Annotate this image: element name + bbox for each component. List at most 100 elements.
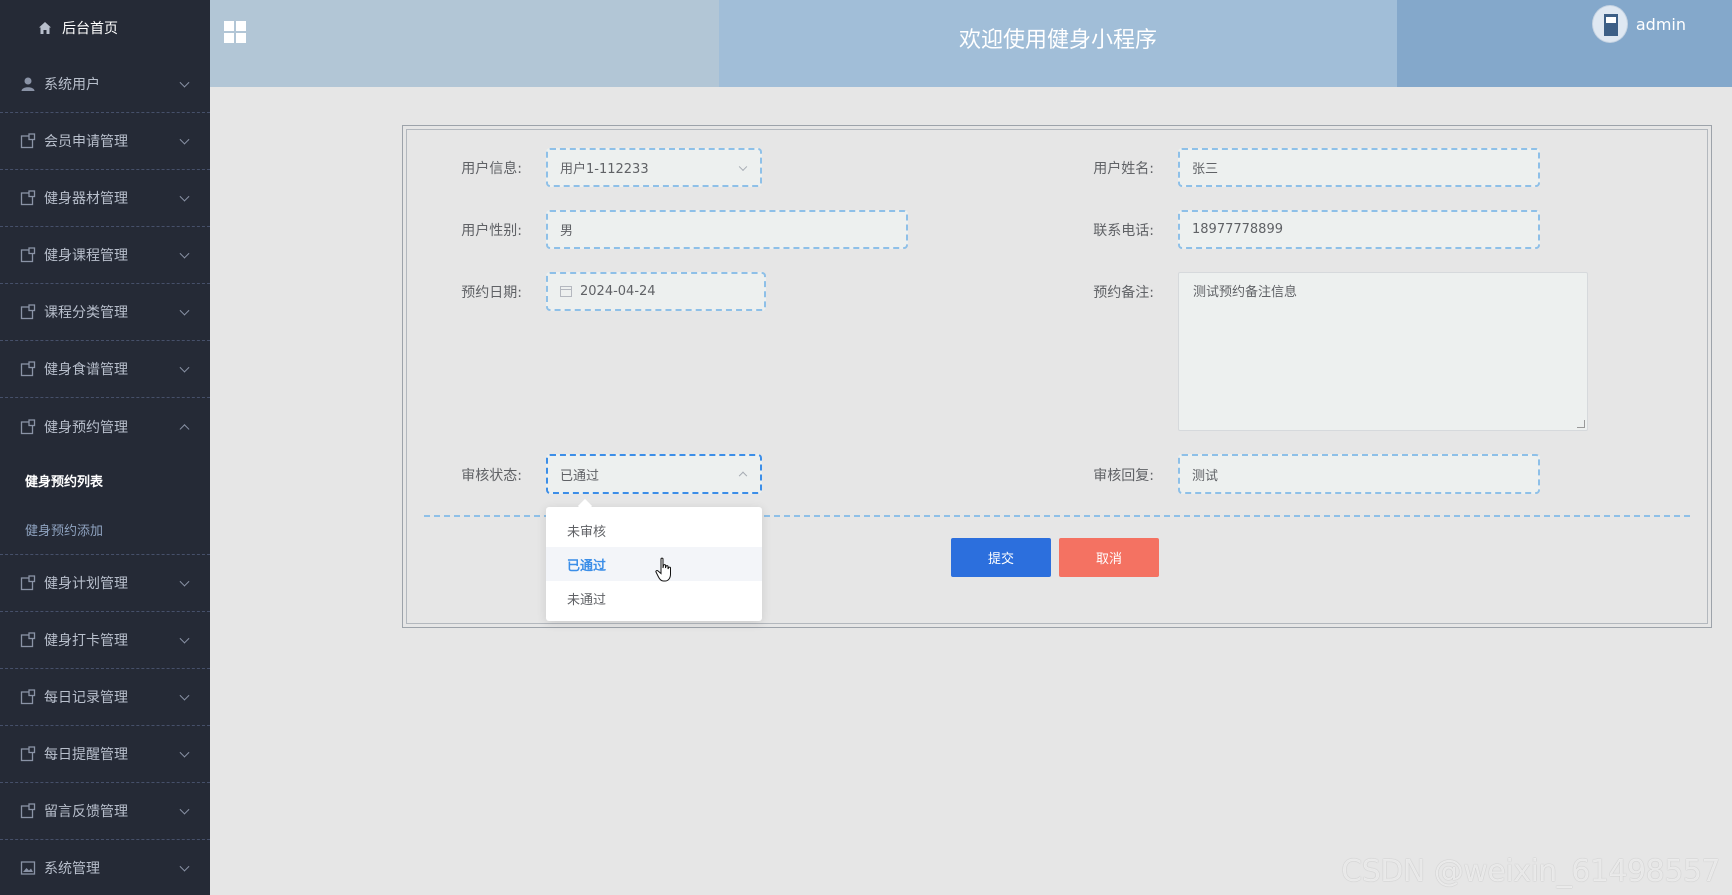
dropdown-option-approved[interactable]: 已通过 bbox=[546, 547, 762, 581]
home-icon bbox=[39, 22, 51, 34]
sidebar-item-label: 健身食谱管理 bbox=[44, 362, 128, 378]
sidebar-item-reservations[interactable]: 健身预约管理 bbox=[0, 398, 210, 455]
watermark: CSDN @weixin_61498557 bbox=[1341, 854, 1720, 889]
user-info-select[interactable]: 用户1-112233 bbox=[546, 148, 762, 187]
user-name-input[interactable]: 张三 bbox=[1178, 148, 1540, 187]
remark-textarea[interactable]: 测试预约备注信息 bbox=[1178, 272, 1588, 431]
user-name-value: 张三 bbox=[1192, 162, 1219, 177]
sidebar-item-label: 健身器材管理 bbox=[44, 191, 128, 207]
calendar-icon bbox=[560, 286, 572, 297]
sidebar-home[interactable]: 后台首页 bbox=[0, 0, 210, 56]
cancel-button[interactable]: 取消 bbox=[1059, 538, 1159, 577]
sidebar-item-label: 健身课程管理 bbox=[44, 248, 128, 264]
phone-input[interactable]: 18977778899 bbox=[1178, 210, 1540, 249]
sidebar-item-course-categories[interactable]: 课程分类管理 bbox=[0, 284, 210, 341]
date-value: 2024-04-24 bbox=[580, 284, 656, 299]
remark-label: 预约备注: bbox=[1093, 285, 1154, 301]
user-info-value: 用户1-112233 bbox=[560, 162, 649, 177]
sidebar-subitem-reservation-add[interactable]: 健身预约添加 bbox=[0, 505, 210, 555]
gender-label: 用户性别: bbox=[461, 223, 522, 239]
sidebar: 后台首页 系统用户 会员申请管理 健身器材管理 健身课程管理 课程分类管理 健身… bbox=[0, 0, 210, 895]
reply-label: 审核回复: bbox=[1093, 468, 1154, 484]
doc-icon bbox=[20, 304, 36, 320]
sidebar-item-equipment[interactable]: 健身器材管理 bbox=[0, 170, 210, 227]
sidebar-item-system-users[interactable]: 系统用户 bbox=[0, 56, 210, 113]
dropdown-option-rejected[interactable]: 未通过 bbox=[546, 581, 762, 615]
sidebar-subitem-reservation-list[interactable]: 健身预约列表 bbox=[0, 455, 210, 505]
date-picker[interactable]: 2024-04-24 bbox=[546, 272, 766, 311]
sidebar-item-courses[interactable]: 健身课程管理 bbox=[0, 227, 210, 284]
user-menu[interactable]: admin bbox=[1591, 5, 1686, 43]
sidebar-item-label: 每日提醒管理 bbox=[44, 747, 128, 763]
sidebar-item-label: 健身打卡管理 bbox=[44, 633, 128, 649]
phone-value: 18977778899 bbox=[1192, 222, 1283, 237]
chevron-down-icon bbox=[179, 576, 190, 587]
sidebar-item-label: 系统用户 bbox=[44, 77, 100, 93]
sidebar-item-daily-reminders[interactable]: 每日提醒管理 bbox=[0, 726, 210, 783]
chevron-down-icon bbox=[179, 305, 190, 316]
hand-cursor-icon bbox=[655, 557, 671, 582]
doc-icon bbox=[20, 190, 36, 206]
status-value: 已通过 bbox=[560, 468, 600, 484]
sidebar-item-daily-records[interactable]: 每日记录管理 bbox=[0, 669, 210, 726]
chevron-down-icon bbox=[179, 77, 190, 88]
submenu-reservations: 健身预约列表 健身预约添加 bbox=[0, 455, 210, 555]
doc-icon bbox=[20, 803, 36, 819]
chevron-down-icon bbox=[738, 162, 748, 171]
chevron-up-icon bbox=[738, 471, 748, 481]
chevron-down-icon bbox=[179, 690, 190, 701]
gender-value: 男 bbox=[560, 224, 574, 239]
sidebar-item-label: 课程分类管理 bbox=[44, 305, 128, 321]
avatar bbox=[1591, 5, 1628, 43]
doc-icon bbox=[20, 632, 36, 648]
username: admin bbox=[1635, 14, 1686, 34]
sidebar-item-label: 会员申请管理 bbox=[44, 134, 128, 150]
status-select[interactable]: 已通过 bbox=[546, 454, 762, 494]
user-icon bbox=[21, 77, 35, 91]
status-dropdown-menu: 未审核 已通过 未通过 bbox=[546, 507, 762, 621]
chevron-down-icon bbox=[179, 804, 190, 815]
date-label: 预约日期: bbox=[461, 285, 522, 301]
submit-button[interactable]: 提交 bbox=[951, 538, 1051, 577]
chevron-up-icon bbox=[179, 423, 190, 434]
sidebar-item-label: 健身计划管理 bbox=[44, 576, 128, 592]
status-label: 审核状态: bbox=[461, 468, 522, 484]
reply-input[interactable]: 测试 bbox=[1178, 454, 1540, 494]
sidebar-item-label: 系统管理 bbox=[44, 861, 100, 877]
sidebar-item-label: 每日记录管理 bbox=[44, 690, 128, 706]
doc-icon bbox=[20, 689, 36, 705]
sidebar-home-label: 后台首页 bbox=[62, 21, 118, 37]
chevron-down-icon bbox=[179, 633, 190, 644]
image-icon bbox=[20, 861, 36, 875]
chevron-down-icon bbox=[179, 747, 190, 758]
doc-icon bbox=[20, 361, 36, 377]
page-title: 欢迎使用健身小程序 bbox=[958, 28, 1157, 53]
menu-toggle-grid-icon[interactable] bbox=[224, 21, 246, 43]
dropdown-option-pending[interactable]: 未审核 bbox=[546, 513, 762, 547]
sidebar-item-label: 留言反馈管理 bbox=[44, 804, 128, 820]
gender-input[interactable]: 男 bbox=[546, 210, 908, 249]
doc-icon bbox=[20, 133, 36, 149]
chevron-down-icon bbox=[179, 134, 190, 145]
chevron-down-icon bbox=[179, 248, 190, 259]
doc-icon bbox=[20, 575, 36, 591]
chevron-down-icon bbox=[179, 191, 190, 202]
doc-icon bbox=[20, 247, 36, 263]
doc-icon bbox=[20, 418, 36, 434]
sidebar-item-member-apply[interactable]: 会员申请管理 bbox=[0, 113, 210, 170]
sidebar-item-system-management[interactable]: 系统管理 bbox=[0, 840, 210, 895]
doc-icon bbox=[20, 746, 36, 762]
sidebar-item-checkins[interactable]: 健身打卡管理 bbox=[0, 612, 210, 669]
chevron-down-icon bbox=[179, 362, 190, 373]
sidebar-item-label: 健身预约管理 bbox=[44, 419, 128, 436]
top-header: 欢迎使用健身小程序 admin bbox=[210, 0, 1732, 87]
remark-value: 测试预约备注信息 bbox=[1193, 285, 1298, 300]
resize-handle-icon[interactable] bbox=[1577, 420, 1585, 428]
sidebar-item-recipes[interactable]: 健身食谱管理 bbox=[0, 341, 210, 398]
sidebar-item-plans[interactable]: 健身计划管理 bbox=[0, 555, 210, 612]
user-info-label: 用户信息: bbox=[461, 161, 522, 177]
sidebar-item-feedback[interactable]: 留言反馈管理 bbox=[0, 783, 210, 840]
user-name-label: 用户姓名: bbox=[1093, 161, 1154, 177]
reply-value: 测试 bbox=[1192, 468, 1219, 484]
chevron-down-icon bbox=[179, 861, 190, 872]
